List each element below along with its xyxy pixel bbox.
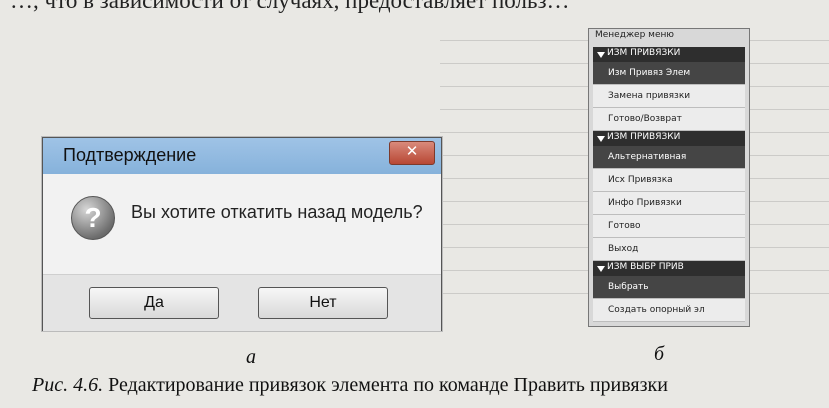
close-button[interactable]: ✕ (389, 141, 435, 165)
menu-section-header[interactable]: ИЗМ ПРИВЯЗКИ (593, 47, 745, 62)
menu-item-label: Готово (608, 221, 641, 231)
menu-item[interactable]: Выход (593, 238, 745, 261)
dialog-footer: Да Нет (43, 274, 441, 331)
subfigure-label-b: б (654, 343, 665, 365)
close-icon: ✕ (405, 143, 419, 160)
menu-list: ИЗМ ПРИВЯЗКИ Изм Привяз Элем Замена привяз… (593, 47, 745, 322)
menu-item-label: Замена привязки (608, 91, 691, 101)
page-top-text-line: …, что в зависимости от случаях, предост… (10, 0, 570, 13)
menu-section-label: ИЗМ ПРИВЯЗКИ (607, 48, 681, 58)
figure-number: Рис. 4.6. (32, 374, 104, 396)
menu-item-label: Выбрать (608, 282, 649, 292)
dialog-body: ? Вы хотите откатить назад модель? (43, 174, 441, 274)
menu-manager-panel: Менеджер меню ИЗМ ПРИВЯЗКИ Изм Привяз Эле… (588, 28, 750, 327)
menu-item[interactable]: Изм Привяз Элем (593, 62, 745, 85)
menu-item-label: Изм Привяз Элем (608, 68, 691, 78)
dialog-message: Вы хотите откатить назад модель? (131, 202, 423, 222)
menu-item[interactable]: Создать опорный эл (593, 299, 745, 322)
menu-item[interactable]: Исх Привязка (593, 169, 745, 192)
menu-item[interactable]: Выбрать (593, 276, 745, 299)
menu-item[interactable]: Готово (593, 215, 745, 238)
triangle-down-icon (597, 136, 605, 142)
triangle-down-icon (597, 266, 605, 272)
dialog-title: Подтверждение (63, 145, 197, 165)
menu-item-label: Готово/Возврат (608, 114, 682, 124)
menu-section-label: ИЗМ ПРИВЯЗКИ (607, 132, 681, 142)
menu-manager-title: Менеджер меню (595, 30, 674, 40)
menu-item[interactable]: Альтернативная (593, 146, 745, 169)
confirmation-dialog: Подтверждение ✕ ? Вы хотите откатить наз… (42, 137, 442, 331)
menu-section-header[interactable]: ИЗМ ВЫБР ПРИВ (593, 261, 745, 276)
menu-item[interactable]: Замена привязки (593, 85, 745, 108)
subfigure-label-a: а (246, 346, 256, 368)
triangle-down-icon (597, 52, 605, 58)
menu-section-label: ИЗМ ВЫБР ПРИВ (607, 262, 684, 272)
figure-caption-text: Редактирование привязок элемента по кома… (103, 374, 668, 396)
no-button[interactable]: Нет (258, 287, 388, 319)
figure-caption: Рис. 4.6. Редактирование привязок элемен… (32, 374, 668, 397)
question-icon: ? (71, 196, 115, 240)
menu-item[interactable]: Инфо Привязки (593, 192, 745, 215)
dialog-titlebar: Подтверждение ✕ (43, 138, 441, 175)
menu-item-label: Исх Привязка (608, 175, 673, 185)
menu-item[interactable]: Готово/Возврат (593, 108, 745, 131)
menu-item-label: Инфо Привязки (608, 198, 682, 208)
yes-button[interactable]: Да (89, 287, 219, 319)
menu-item-label: Выход (608, 244, 639, 254)
menu-section-header[interactable]: ИЗМ ПРИВЯЗКИ (593, 131, 745, 146)
menu-item-label: Альтернативная (608, 152, 687, 162)
menu-item-label: Создать опорный эл (608, 305, 705, 315)
page-top-text: …, что в зависимости от случаях, предост… (0, 0, 829, 30)
